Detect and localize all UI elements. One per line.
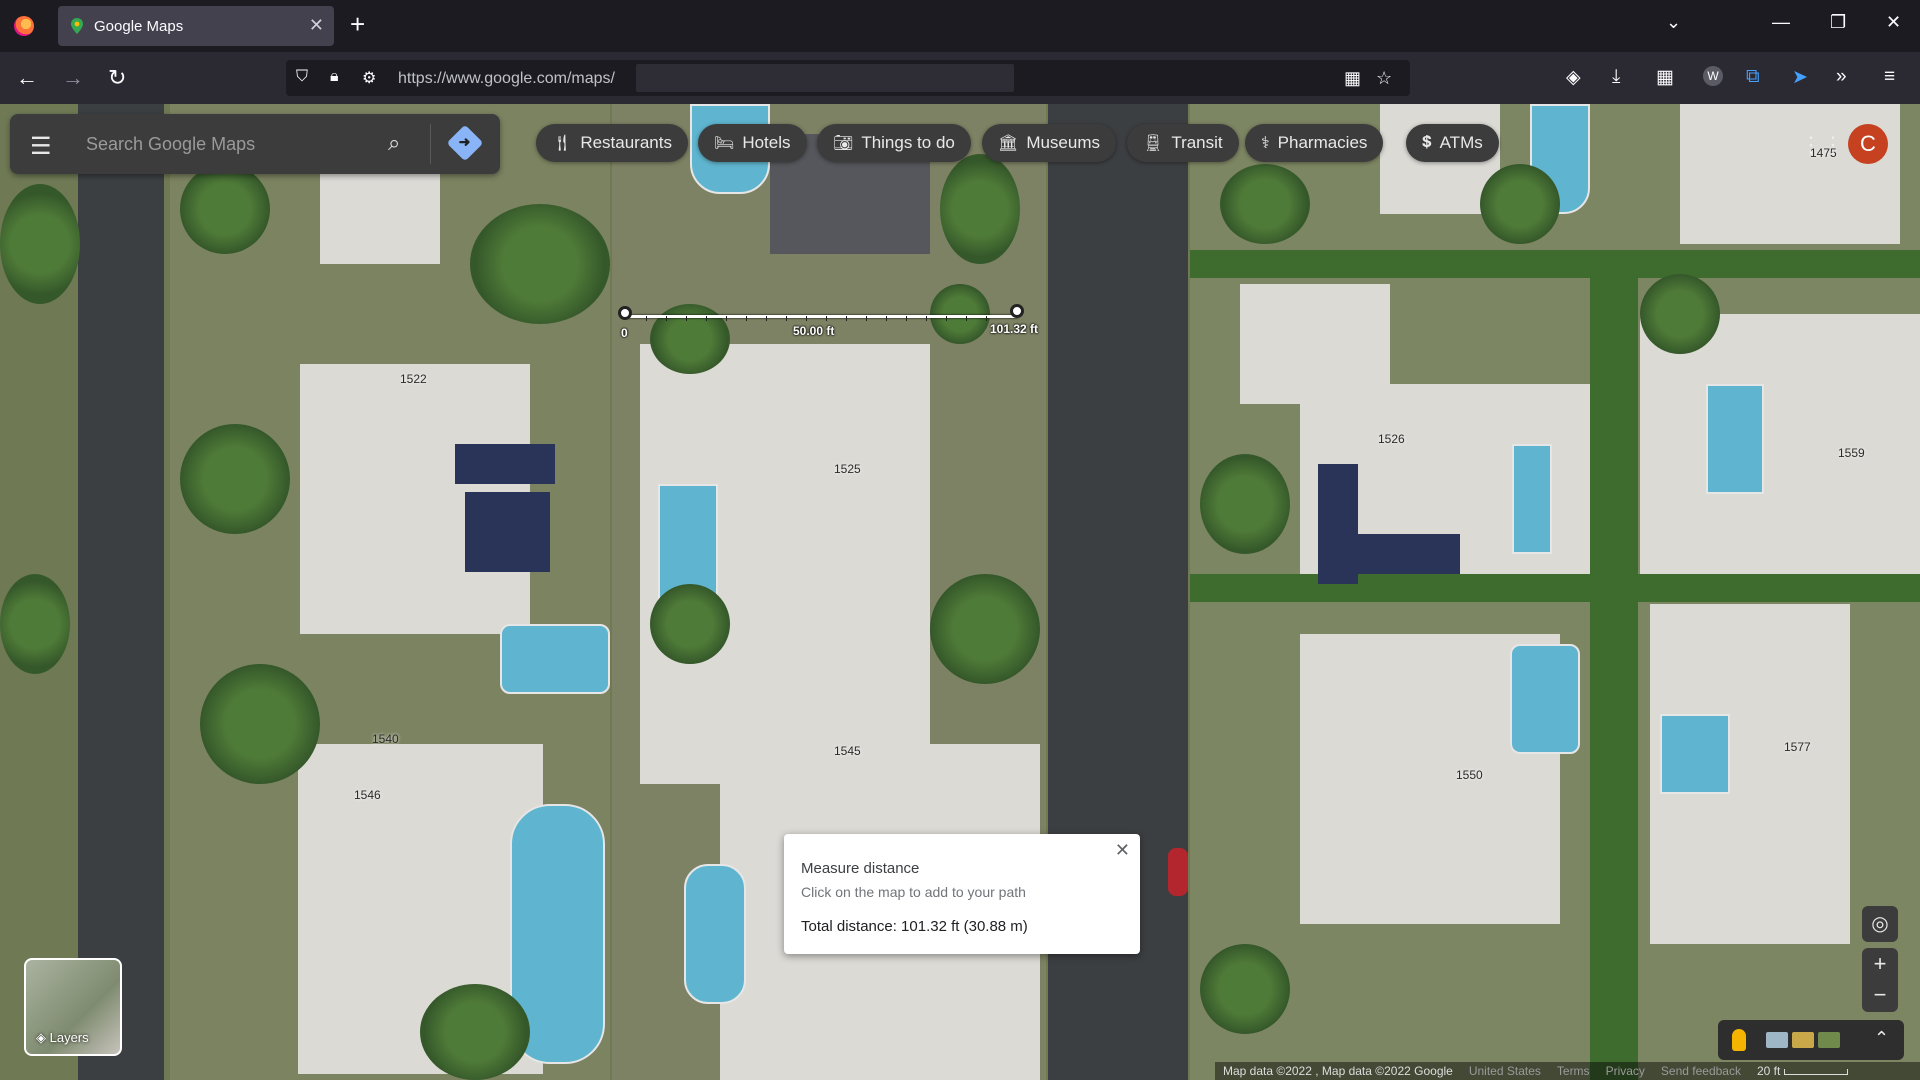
directions-icon[interactable]: ➜	[446, 124, 484, 162]
measure-start-point[interactable]	[618, 306, 632, 320]
address-label: 1526	[1378, 432, 1405, 446]
measure-card-title: Measure distance	[801, 860, 920, 877]
transit-icon: 🚆︎	[1143, 135, 1164, 152]
account-icon[interactable]: W	[1703, 66, 1723, 86]
url-text[interactable]: https://www.google.com/maps/	[398, 70, 615, 88]
tab-title: Google Maps	[94, 18, 184, 35]
measure-start-label: 0	[621, 326, 628, 340]
measure-card-hint: Click on the map to add to your path	[801, 884, 1026, 900]
camera-icon: 📷︎	[833, 135, 854, 152]
minimize-icon[interactable]: —	[1772, 12, 1790, 33]
car	[1168, 848, 1188, 896]
address-label: 1546	[354, 788, 381, 802]
extensions-icon[interactable]: ▦	[1656, 66, 1674, 89]
permissions-icon[interactable]: ⚙	[362, 68, 376, 88]
chip-pharmacies[interactable]: ⚕ Pharmacies	[1245, 124, 1384, 162]
map-attribution: Map data ©2022 , Map data ©2022 Google	[1223, 1064, 1453, 1078]
zoom-controls: + −	[1862, 948, 1898, 1012]
zoom-in-button[interactable]: +	[1862, 948, 1898, 980]
forward-icon[interactable]: →	[62, 65, 84, 91]
chip-things-to-do[interactable]: 📷︎ Things to do	[817, 124, 971, 162]
list-all-tabs-chevron-icon[interactable]: ⌄	[1666, 12, 1681, 33]
address-label: 1559	[1838, 446, 1865, 460]
address-label: 1522	[400, 372, 427, 386]
fork-knife-icon: 🍴︎	[552, 135, 573, 152]
layer-thumb-terrain[interactable]	[1792, 1032, 1814, 1048]
measure-total-distance: Total distance: 101.32 ft (30.88 m)	[801, 918, 1028, 935]
maps-favicon-icon	[71, 18, 83, 34]
chip-transit[interactable]: 🚆︎ Transit	[1127, 124, 1239, 162]
menu-icon[interactable]: ☰	[30, 132, 52, 161]
reload-icon[interactable]: ↻	[108, 65, 126, 91]
close-window-icon[interactable]: ✕	[1886, 12, 1901, 33]
zoom-out-button[interactable]: −	[1862, 980, 1898, 1012]
star-icon[interactable]: ☆	[1376, 68, 1392, 89]
measure-mid-label: 50.00 ft	[793, 324, 835, 338]
street-west	[78, 104, 164, 1080]
country-label[interactable]: United States	[1469, 1064, 1541, 1078]
cursor-icon[interactable]: ➤	[1792, 66, 1808, 89]
google-apps-icon[interactable]: ⋮⋮	[1800, 132, 1844, 158]
chip-atms[interactable]: 💲︎ ATMs	[1406, 124, 1499, 162]
firefox-icon	[14, 16, 34, 36]
url-bar[interactable]: ⛉ 🔒︎ ⚙ https://www.google.com/maps/ ▦ ☆	[286, 60, 1410, 96]
layers-label: ◈ Layers	[36, 1030, 89, 1045]
menu-icon[interactable]: ≡	[1884, 66, 1895, 88]
pocket-icon[interactable]: ◈	[1566, 66, 1581, 89]
url-redacted-segment	[636, 64, 1014, 92]
new-tab-button[interactable]: +	[350, 10, 365, 38]
pegman-icon[interactable]	[1732, 1029, 1746, 1051]
pharmacy-icon: ⚕	[1261, 135, 1270, 152]
atm-icon: 💲︎	[1422, 134, 1432, 151]
shield-icon[interactable]: ⛉	[296, 68, 308, 86]
layer-thumb-satellite[interactable]	[1818, 1032, 1840, 1048]
chip-restaurants[interactable]: 🍴︎ Restaurants	[536, 124, 688, 162]
address-label: 1550	[1456, 768, 1483, 782]
satellite-map[interactable]: 1475 1522 1525 1526 1559 1540 1545 1546 …	[0, 104, 1920, 1080]
privacy-link[interactable]: Privacy	[1606, 1064, 1645, 1078]
download-icon[interactable]: ⤓	[1612, 66, 1620, 88]
museum-icon: 🏛︎	[998, 135, 1019, 152]
terms-link[interactable]: Terms	[1557, 1064, 1590, 1078]
qr-icon[interactable]: ▦	[1344, 68, 1361, 89]
search-box: ☰ ⌕ ➜	[10, 114, 500, 174]
my-location-icon[interactable]: ◎	[1862, 906, 1898, 942]
chip-museums[interactable]: 🏛︎ Museums	[982, 124, 1116, 162]
measure-path-line	[626, 315, 1018, 318]
overflow-icon[interactable]: »	[1836, 66, 1847, 88]
address-label: 1545	[834, 744, 861, 758]
measure-distance-card: ✕ Measure distance Click on the map to a…	[784, 834, 1140, 954]
measure-end-point[interactable]	[1010, 304, 1024, 318]
layers-button[interactable]: ◈ Layers	[24, 958, 122, 1056]
chip-hotels[interactable]: 🛏︎ Hotels	[698, 124, 807, 162]
send-feedback-link[interactable]: Send feedback	[1661, 1064, 1741, 1078]
expand-icon[interactable]: ⌃	[1874, 1028, 1889, 1049]
restore-icon[interactable]: ❐	[1830, 12, 1846, 33]
tab-bar: Google Maps ✕ + ⌄ — ❐ ✕	[0, 0, 1920, 52]
bed-icon: 🛏︎	[714, 135, 735, 152]
sync-icon[interactable]: ⧉	[1746, 66, 1760, 88]
avatar[interactable]: C	[1848, 124, 1888, 164]
measure-end-label: 101.32 ft	[990, 322, 1039, 336]
street-view-panel: ⌃	[1718, 1020, 1904, 1060]
tab-close-icon[interactable]: ✕	[309, 15, 324, 36]
lock-icon[interactable]: 🔒︎	[330, 68, 339, 86]
search-input[interactable]	[86, 130, 376, 158]
address-label: 1540	[372, 732, 399, 746]
close-icon[interactable]: ✕	[1115, 840, 1130, 861]
map-footer: Map data ©2022 , Map data ©2022 Google U…	[1215, 1062, 1920, 1080]
address-label: 1577	[1784, 740, 1811, 754]
search-icon[interactable]: ⌕	[388, 130, 400, 156]
layer-thumb-default[interactable]	[1766, 1032, 1788, 1048]
scale-indicator[interactable]: 20 ft	[1757, 1064, 1848, 1078]
navigation-toolbar: ← → ↻ ⛉ 🔒︎ ⚙ https://www.google.com/maps…	[0, 52, 1920, 104]
tab-google-maps[interactable]: Google Maps ✕	[58, 6, 334, 46]
back-icon[interactable]: ←	[16, 65, 38, 91]
address-label: 1525	[834, 462, 861, 476]
